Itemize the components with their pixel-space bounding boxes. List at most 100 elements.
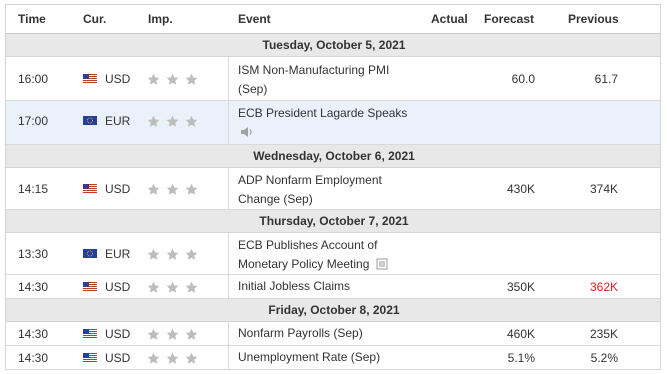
table-header: Time Cur. Imp. Event Actual Forecast Pre… (6, 5, 660, 34)
event-title-line2: Monetary Policy Meeting (238, 257, 370, 271)
header-importance[interactable]: Imp. (148, 12, 173, 26)
header-forecast[interactable]: Forecast (484, 12, 534, 26)
importance-stars (147, 352, 203, 366)
us-flag-icon (83, 329, 97, 338)
column-divider (228, 233, 229, 275)
table-row[interactable]: 14:30 USD Unemployment Rate (Sep) 5.1% 5… (6, 346, 660, 369)
star-icon (185, 281, 198, 293)
star-icon (166, 183, 179, 195)
star-icon (185, 248, 198, 260)
star-icon (147, 73, 160, 85)
document-icon[interactable] (376, 258, 388, 270)
date-header: Wednesday, October 6, 2021 (6, 145, 660, 168)
event-time: 13:30 (18, 247, 49, 261)
event-forecast: 430K (506, 182, 535, 196)
importance-stars (147, 73, 203, 87)
star-icon (147, 183, 160, 195)
event-forecast: 460K (506, 327, 535, 341)
importance-stars (147, 115, 203, 129)
event-title-line1: ADP Nonfarm Employment (238, 173, 382, 187)
star-icon (166, 73, 179, 85)
star-icon (147, 115, 160, 127)
event-previous: 362K (589, 280, 618, 294)
column-divider (228, 346, 229, 369)
event-title-line1: ISM Non-Manufacturing PMI (238, 63, 390, 77)
table-row[interactable]: 14:30 USD Nonfarm Payrolls (Sep) 460K 23… (6, 322, 660, 346)
event-currency: USD (105, 72, 131, 86)
event-time: 16:00 (18, 72, 49, 86)
event-time: 14:30 (18, 351, 49, 365)
table-row[interactable]: 17:00 EUR ECB President Lagarde Speaks (6, 101, 660, 145)
event-title-line2: (Sep) (238, 82, 268, 96)
star-icon (166, 328, 179, 340)
star-icon (166, 352, 179, 364)
event-title-link[interactable]: Unemployment Rate (Sep) (238, 348, 428, 367)
importance-stars (147, 328, 203, 342)
event-time: 14:30 (18, 327, 49, 341)
table-row[interactable]: 14:15 USD ADP Nonfarm Employment Change … (6, 168, 660, 210)
event-previous: 235K (589, 327, 618, 341)
star-icon (185, 352, 198, 364)
speaker-icon[interactable] (240, 126, 254, 138)
star-icon (147, 281, 160, 293)
column-divider (228, 168, 229, 210)
event-previous: 5.2% (590, 351, 618, 365)
star-icon (147, 352, 160, 364)
us-flag-icon (83, 353, 97, 362)
header-previous[interactable]: Previous (568, 12, 619, 26)
event-currency: EUR (105, 247, 131, 261)
event-title-line1: ECB Publishes Account of (238, 238, 378, 252)
event-title-link[interactable]: Initial Jobless Claims (238, 277, 428, 296)
eu-flag-icon (83, 116, 97, 125)
eu-flag-icon (83, 249, 97, 258)
importance-stars (147, 183, 203, 197)
event-currency: USD (105, 351, 131, 365)
event-currency: USD (105, 327, 131, 341)
header-time[interactable]: Time (18, 12, 46, 26)
column-divider (228, 275, 229, 299)
event-time: 17:00 (18, 114, 49, 128)
table-row[interactable]: 14:30 USD Initial Jobless Claims 350K 36… (6, 275, 660, 299)
event-title-link[interactable]: ECB President Lagarde Speaks (238, 104, 428, 123)
header-event[interactable]: Event (238, 12, 271, 26)
date-header: Friday, October 8, 2021 (6, 299, 660, 322)
event-previous: 374K (589, 182, 618, 196)
header-actual[interactable]: Actual (431, 12, 468, 26)
date-header: Tuesday, October 5, 2021 (6, 34, 660, 57)
date-header: Thursday, October 7, 2021 (6, 210, 660, 233)
event-forecast: 5.1% (507, 351, 535, 365)
event-title-link[interactable]: ADP Nonfarm Employment Change (Sep) (238, 171, 428, 209)
star-icon (166, 248, 179, 260)
star-icon (147, 248, 160, 260)
event-currency: USD (105, 182, 131, 196)
event-time: 14:15 (18, 182, 49, 196)
star-icon (147, 328, 160, 340)
column-divider (228, 101, 229, 145)
table-row[interactable]: 16:00 USD ISM Non-Manufacturing PMI (Sep… (6, 57, 660, 101)
importance-stars (147, 248, 203, 262)
us-flag-icon (83, 74, 97, 83)
header-currency[interactable]: Cur. (83, 12, 106, 26)
star-icon (166, 115, 179, 127)
star-icon (185, 115, 198, 127)
star-icon (185, 328, 198, 340)
star-icon (185, 73, 198, 85)
event-previous: 61.7 (594, 72, 618, 86)
event-title-link[interactable]: ISM Non-Manufacturing PMI (Sep) (238, 61, 428, 99)
table-row[interactable]: 13:30 EUR ECB Publishes Account of Monet… (6, 233, 660, 275)
event-title-link[interactable]: Nonfarm Payrolls (Sep) (238, 324, 428, 343)
event-forecast: 350K (506, 280, 535, 294)
event-currency: USD (105, 280, 131, 294)
star-icon (185, 183, 198, 195)
column-divider (228, 57, 229, 101)
event-currency: EUR (105, 114, 131, 128)
event-title-link[interactable]: ECB Publishes Account of Monetary Policy… (238, 236, 428, 274)
economic-calendar-table: Time Cur. Imp. Event Actual Forecast Pre… (5, 4, 661, 370)
star-icon (166, 281, 179, 293)
importance-stars (147, 281, 203, 295)
us-flag-icon (83, 282, 97, 291)
column-divider (228, 322, 229, 346)
event-title-line2: Change (Sep) (238, 192, 313, 206)
us-flag-icon (83, 184, 97, 193)
event-forecast: 60.0 (511, 72, 535, 86)
